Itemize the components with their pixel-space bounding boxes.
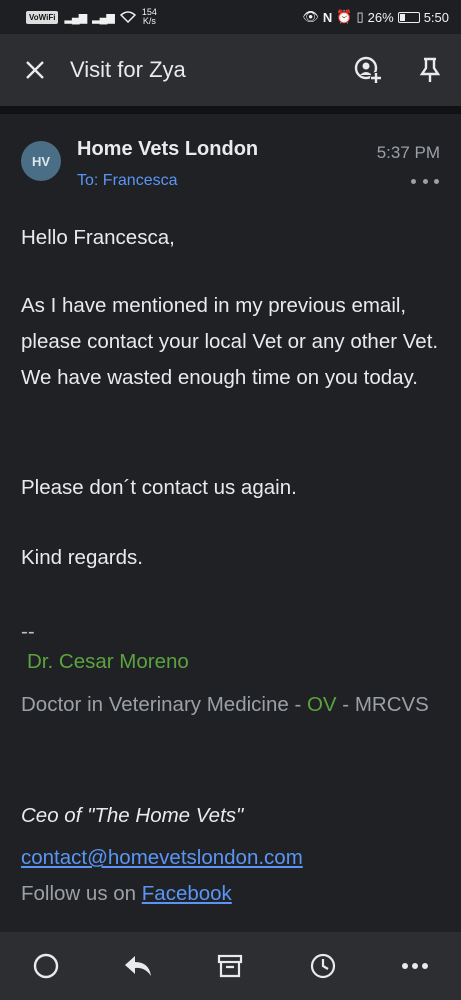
more-options-icon[interactable] [411, 172, 439, 190]
page-title: Visit for Zya [70, 57, 186, 82]
bottom-action-bar [0, 932, 461, 1000]
add-task-icon [354, 56, 382, 84]
ceo-line: Ceo of "The Home Vets" [21, 804, 244, 827]
circle-button[interactable] [16, 936, 76, 996]
nfc-icon: N [322, 9, 333, 25]
network-speed: 154 K/s [142, 8, 157, 26]
signature-name: Dr. Cesar Moreno [27, 650, 189, 673]
recipient-line[interactable]: To: Francesca [77, 172, 177, 190]
facebook-link[interactable]: Facebook [142, 882, 232, 905]
battery-icon [397, 11, 420, 23]
follow-prefix: Follow us on [21, 882, 142, 905]
pin-button[interactable] [399, 34, 461, 106]
close-icon [26, 61, 44, 79]
signature-title-suffix: - MRCVS [336, 693, 429, 716]
battery-percent: 26% [367, 9, 394, 25]
status-bar: VoWiFi ▂▄▆ ▂▄▆ 154 K/s 👁 N ⏰ ▯ 26% 5:50 [0, 0, 461, 34]
vowifi-badge: VoWiFi [26, 10, 59, 24]
body-paragraph: As I have mentioned in my previous email… [21, 294, 439, 389]
pin-icon [419, 57, 441, 82]
more-button[interactable] [385, 936, 445, 996]
sender-name[interactable]: Home Vets London [77, 138, 258, 161]
archive-icon [218, 954, 243, 978]
reply-icon [125, 956, 152, 976]
close-button[interactable] [0, 34, 70, 106]
more-icon [401, 963, 428, 969]
reply-button[interactable] [108, 936, 168, 996]
divider [0, 106, 461, 114]
signal-icon-2: ▂▄▆ [92, 11, 115, 24]
greeting: Hello Francesca, [21, 226, 175, 249]
eye-icon: 👁 [302, 9, 319, 24]
signature-separator: -- [21, 620, 35, 643]
follow-line: Follow us on Facebook [21, 882, 232, 906]
speed-unit: K/s [142, 16, 156, 26]
signature-title-text: Doctor in Veterinary Medicine - [21, 693, 307, 716]
app-bar: Visit for Zya [0, 34, 461, 106]
closing: Kind regards. [21, 546, 143, 569]
avatar[interactable]: HV [21, 141, 61, 181]
email-address-link[interactable]: contact@homevetslondon.com [21, 846, 303, 870]
signature-ov: OV [306, 693, 337, 716]
circle-icon [33, 953, 59, 979]
signature-title: Doctor in Veterinary Medicine - OV - MRC… [21, 686, 446, 724]
email-time: 5:37 PM [376, 143, 440, 162]
snooze-button[interactable] [293, 936, 353, 996]
body-paragraph: Please don´t contact us again. [21, 476, 297, 499]
snooze-icon [310, 953, 335, 979]
signal-icon: ▂▄▆ [64, 11, 87, 24]
email-header: HV Home Vets London To: Francesca 5:37 P… [0, 114, 461, 204]
wifi-icon [119, 11, 136, 23]
alarm-icon: ⏰ [336, 9, 353, 24]
clock: 5:50 [423, 9, 449, 25]
archive-button[interactable] [200, 936, 260, 996]
vibrate-icon: ▯ [356, 9, 364, 24]
email-view: HV Home Vets London To: Francesca 5:37 P… [0, 114, 461, 932]
add-task-button[interactable] [337, 34, 399, 106]
